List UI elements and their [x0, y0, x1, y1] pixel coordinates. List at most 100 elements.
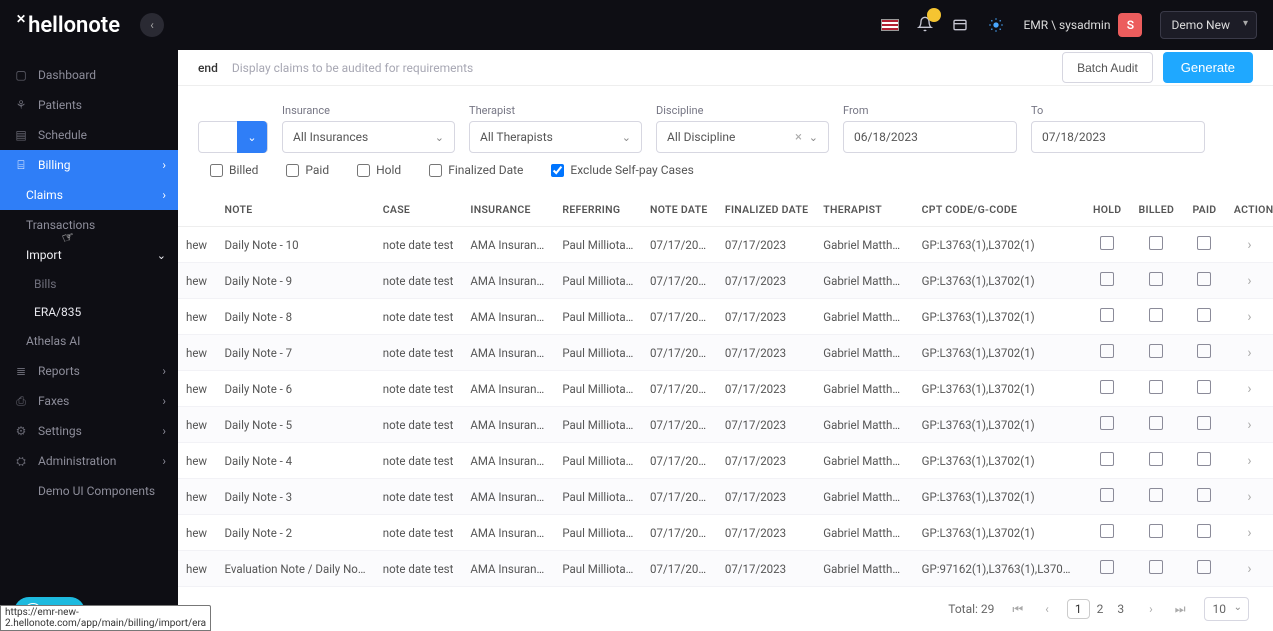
sidebar-item-claims[interactable]: Claims	[0, 180, 178, 210]
paid-checkbox[interactable]	[1197, 452, 1211, 466]
sidebar-item-era-835[interactable]: ERA/835	[0, 298, 178, 326]
sidebar-item-reports[interactable]: ≣Reports	[0, 356, 178, 386]
billed-checkbox[interactable]	[1149, 344, 1163, 358]
billed-checkbox[interactable]	[1149, 308, 1163, 322]
th-note[interactable]: NOTE	[216, 193, 374, 227]
pager-first-icon[interactable]: ⏮	[1008, 602, 1027, 617]
hold-checkbox[interactable]	[1100, 416, 1114, 430]
table-row[interactable]: hewDaily Note - 7note date testAMA Insur…	[178, 335, 1273, 371]
sidebar-item-administration[interactable]: ⛭Administration	[0, 446, 178, 476]
sidebar-item-schedule[interactable]: ▤Schedule	[0, 120, 178, 150]
table-row[interactable]: hewDaily Note - 5note date testAMA Insur…	[178, 407, 1273, 443]
generate-button[interactable]: Generate	[1163, 52, 1253, 83]
hold-checkbox[interactable]	[1100, 452, 1114, 466]
discipline-select[interactable]: All Discipline	[656, 121, 829, 153]
row-expand-icon[interactable]: ›	[1247, 525, 1251, 541]
th-therapist[interactable]: THERAPIST	[815, 193, 913, 227]
from-date-input[interactable]: 06/18/2023	[843, 121, 1017, 153]
paid-checkbox[interactable]	[1197, 272, 1211, 286]
tenant-dropdown[interactable]: Demo New	[1160, 11, 1257, 39]
th-status[interactable]	[178, 193, 216, 227]
sidebar-item-demo-ui-components[interactable]: Demo UI Components	[0, 476, 178, 506]
paid-checkbox[interactable]	[1197, 560, 1211, 574]
page-size-select[interactable]: 10	[1204, 597, 1250, 621]
row-expand-icon[interactable]: ›	[1247, 309, 1251, 325]
hold-checkbox[interactable]	[1100, 344, 1114, 358]
hold-checkbox[interactable]	[1100, 524, 1114, 538]
finalized-checkbox[interactable]: Finalized Date	[429, 163, 523, 177]
row-expand-icon[interactable]: ›	[1247, 489, 1251, 505]
user-block[interactable]: EMR \ sysadmin S	[1023, 13, 1142, 37]
row-expand-icon[interactable]: ›	[1247, 345, 1251, 361]
paid-checkbox[interactable]	[1197, 416, 1211, 430]
th-insurance[interactable]: INSURANCE	[462, 193, 554, 227]
theme-icon[interactable]	[987, 16, 1005, 34]
billed-checkbox[interactable]: Billed	[210, 163, 258, 177]
hold-checkbox[interactable]	[1100, 272, 1114, 286]
hold-checkbox[interactable]	[1100, 236, 1114, 250]
billed-checkbox[interactable]	[1149, 488, 1163, 502]
therapist-select[interactable]: All Therapists	[469, 121, 642, 153]
locale-flag-icon[interactable]	[881, 19, 899, 31]
billed-checkbox[interactable]	[1149, 560, 1163, 574]
billed-checkbox[interactable]	[1149, 416, 1163, 430]
hold-checkbox[interactable]	[1100, 560, 1114, 574]
hold-checkbox[interactable]	[1100, 380, 1114, 394]
th-cpt[interactable]: CPT CODE/G-CODE	[914, 193, 1085, 227]
th-case[interactable]: CASE	[375, 193, 463, 227]
billed-checkbox[interactable]	[1149, 524, 1163, 538]
sidebar-item-patients[interactable]: ⚘Patients	[0, 90, 178, 120]
th-finalized-date[interactable]: FINALIZED DATE	[717, 193, 815, 227]
billed-checkbox[interactable]	[1149, 236, 1163, 250]
pager-prev-icon[interactable]: ‹	[1041, 602, 1053, 616]
row-expand-icon[interactable]: ›	[1247, 561, 1251, 577]
card-icon[interactable]	[951, 16, 969, 34]
table-row[interactable]: hewDaily Note - 9note date testAMA Insur…	[178, 263, 1273, 299]
table-row[interactable]: hewDaily Note - 6note date testAMA Insur…	[178, 371, 1273, 407]
sidebar-item-billing[interactable]: ⌸Billing	[0, 150, 178, 180]
th-billed[interactable]: BILLED	[1130, 193, 1183, 227]
brand-logo[interactable]: ✕hellonote	[16, 13, 120, 38]
pager-page-3[interactable]: 3	[1110, 600, 1131, 618]
sidebar-item-transactions[interactable]: Transactions	[0, 210, 178, 240]
th-action[interactable]: ACTION	[1226, 193, 1273, 227]
sidebar-item-dashboard[interactable]: ▢Dashboard	[0, 60, 178, 90]
billed-checkbox[interactable]	[1149, 452, 1163, 466]
sidebar-item-import[interactable]: Import	[0, 240, 178, 270]
sidebar-item-bills[interactable]: Bills	[0, 270, 178, 298]
table-row[interactable]: hewDaily Note - 3note date testAMA Insur…	[178, 479, 1273, 515]
table-row[interactable]: hewDaily Note - 2note date testAMA Insur…	[178, 515, 1273, 551]
sidebar-item-faxes[interactable]: ⎙Faxes	[0, 386, 178, 416]
paid-checkbox[interactable]	[1197, 236, 1211, 250]
paid-checkbox[interactable]	[1197, 344, 1211, 358]
paid-checkbox[interactable]	[1197, 524, 1211, 538]
hold-checkbox[interactable]: Hold	[357, 163, 401, 177]
table-row[interactable]: hewDaily Note - 8note date testAMA Insur…	[178, 299, 1273, 335]
pager-next-icon[interactable]: ›	[1145, 602, 1157, 616]
row-expand-icon[interactable]: ›	[1247, 417, 1251, 433]
to-date-input[interactable]: 07/18/2023	[1031, 121, 1205, 153]
back-button[interactable]: ‹	[140, 13, 164, 37]
paid-checkbox[interactable]	[1197, 380, 1211, 394]
pager-last-icon[interactable]: ⏭	[1171, 602, 1190, 617]
paid-checkbox[interactable]	[1197, 308, 1211, 322]
hold-checkbox[interactable]	[1100, 308, 1114, 322]
th-hold[interactable]: HOLD	[1085, 193, 1130, 227]
table-row[interactable]: hewDaily Note - 10note date testAMA Insu…	[178, 227, 1273, 263]
pager-page-1[interactable]: 1	[1067, 599, 1090, 619]
billed-checkbox[interactable]	[1149, 272, 1163, 286]
sidebar-item-settings[interactable]: ⚙Settings	[0, 416, 178, 446]
table-row[interactable]: hewEvaluation Note / Daily Note - 1note …	[178, 551, 1273, 587]
th-paid[interactable]: PAID	[1183, 193, 1226, 227]
filter-hidden-select[interactable]: ⌄	[198, 121, 268, 153]
row-expand-icon[interactable]: ›	[1247, 453, 1251, 469]
sidebar-item-athelas-ai[interactable]: Athelas AI	[0, 326, 178, 356]
insurance-select[interactable]: All Insurances	[282, 121, 455, 153]
row-expand-icon[interactable]: ›	[1247, 237, 1251, 253]
table-row[interactable]: hewDaily Note - 4note date testAMA Insur…	[178, 443, 1273, 479]
batch-audit-button[interactable]: Batch Audit	[1062, 52, 1153, 83]
pager-page-2[interactable]: 2	[1090, 600, 1111, 618]
row-expand-icon[interactable]: ›	[1247, 273, 1251, 289]
hold-checkbox[interactable]	[1100, 488, 1114, 502]
paid-checkbox[interactable]: Paid	[286, 163, 329, 177]
